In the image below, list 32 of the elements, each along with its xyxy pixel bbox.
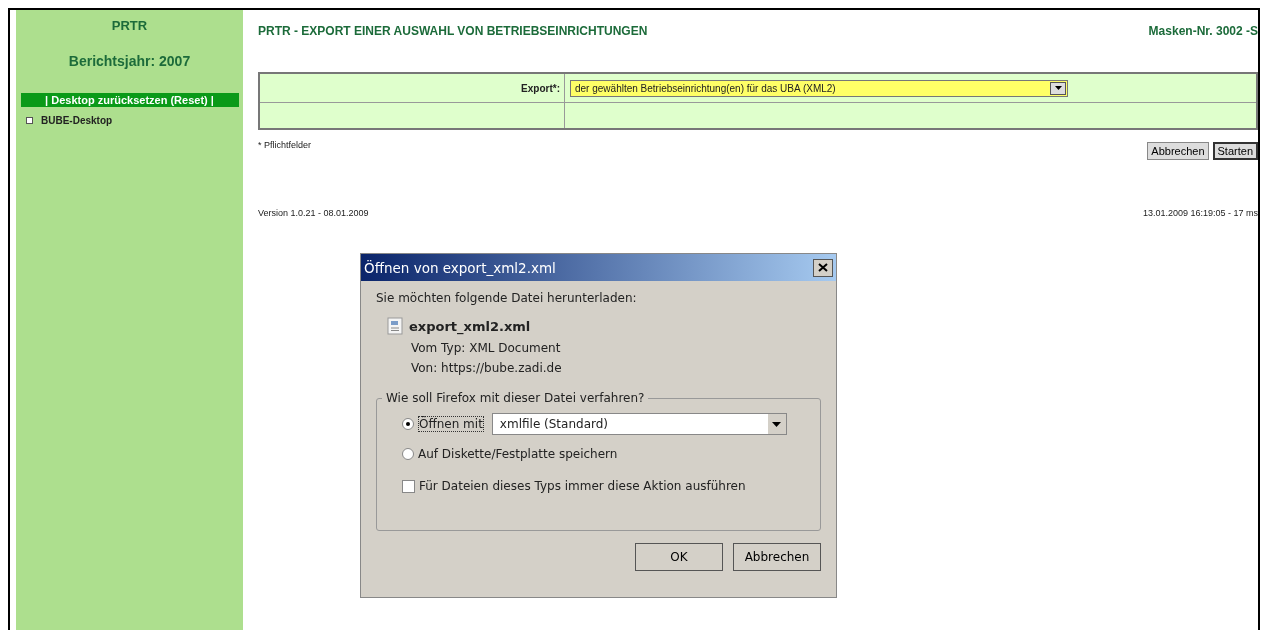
checkbox[interactable] [402, 479, 415, 493]
close-button[interactable] [813, 258, 833, 277]
dialog-intro: Sie möchten folgende Datei herunterladen: [376, 291, 638, 305]
document-icon [387, 317, 403, 335]
dialog-title: Öffnen von export_xml2.xml [364, 259, 556, 276]
dialog-button[interactable]: OK [635, 543, 723, 571]
dialog-button[interactable]: Abbrechen [733, 543, 821, 571]
timestamp: 13.01.2009 16:19:05 - 17 ms [1142, 208, 1258, 218]
required-note: * Pflichtfelder [258, 140, 312, 152]
sidebar-item[interactable]: BUBE-Desktop [41, 115, 113, 126]
checkbox-label[interactable]: Für Dateien dieses Typs immer diese Aktion ausführen [419, 479, 746, 493]
radio-button[interactable] [402, 418, 414, 430]
form-button[interactable]: Abbrechen [1147, 142, 1209, 160]
option-label[interactable]: Öffnen mit [418, 416, 484, 432]
application-dropdown[interactable]: xmlfile (Standard) [491, 413, 787, 435]
radio-button[interactable] [402, 448, 414, 460]
file-type: Vom Typ: XML Document [411, 341, 562, 355]
export-label: Export*: [521, 82, 560, 94]
sidebar-title: PRTR [111, 18, 148, 33]
export-dropdown[interactable]: der gewählten Betriebseinrichtung(en) für das UBA (XML2) [570, 79, 1068, 97]
version-text: Version 1.0.21 - 08.01.2009 [258, 208, 369, 218]
form-button[interactable]: Starten [1212, 142, 1258, 160]
group-label: Wie soll Firefox mit dieser Datei verfahren? [385, 391, 646, 405]
page-title: PRTR - EXPORT EINER AUSWAHL VON BETRIEBSEINRICHTUNGEN [258, 24, 648, 38]
file-source: Von: https://bube.zadi.de [411, 361, 563, 375]
close-icon [818, 263, 828, 272]
file-name: export_xml2.xml [409, 318, 531, 334]
option-label[interactable]: Auf Diskette/Festplatte speichern [418, 447, 618, 461]
bullet-icon [26, 117, 33, 124]
report-year: Berichtsjahr: 2007 [68, 53, 191, 69]
mask-number: Masken-Nr. 3002 -S [1148, 24, 1258, 38]
reset-button[interactable]: | Desktop zurücksetzen (Reset) | [20, 93, 239, 107]
